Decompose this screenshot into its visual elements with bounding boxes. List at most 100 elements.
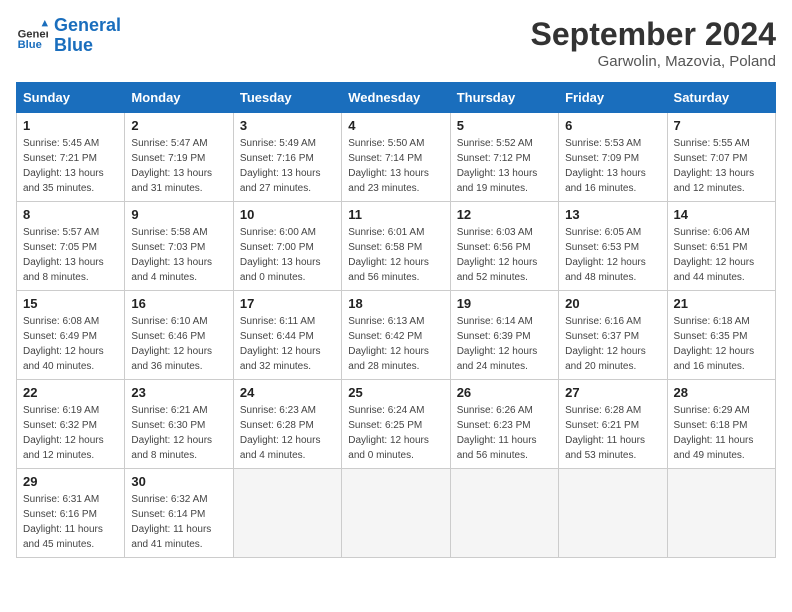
day-detail: Sunrise: 6:18 AMSunset: 6:35 PMDaylight:…: [674, 314, 769, 374]
day-detail: Sunrise: 6:08 AMSunset: 6:49 PMDaylight:…: [23, 314, 118, 374]
day-detail: Sunrise: 5:50 AMSunset: 7:14 PMDaylight:…: [348, 136, 443, 196]
day-detail: Sunrise: 6:05 AMSunset: 6:53 PMDaylight:…: [565, 225, 660, 285]
day-detail: Sunrise: 6:13 AMSunset: 6:42 PMDaylight:…: [348, 314, 443, 374]
day-number: 20: [565, 296, 660, 311]
day-number: 23: [131, 385, 226, 400]
day-number: 14: [674, 207, 769, 222]
location: Garwolin, Mazovia, Poland: [531, 53, 776, 70]
calendar-cell: 5Sunrise: 5:52 AMSunset: 7:12 PMDaylight…: [450, 113, 558, 202]
day-number: 30: [131, 474, 226, 489]
day-number: 21: [674, 296, 769, 311]
title-block: September 2024 Garwolin, Mazovia, Poland: [531, 16, 776, 70]
week-row: 1 Sunrise: 5:45 AMSunset: 7:21 PMDaylight…: [17, 113, 776, 202]
logo: General Blue GeneralBlue: [16, 16, 121, 56]
calendar-cell: 29 Sunrise: 6:31 AMSunset: 6:16 PMDayligh…: [17, 469, 125, 558]
calendar-cell: 9 Sunrise: 5:58 AMSunset: 7:03 PMDaylight…: [125, 202, 233, 291]
calendar-cell: 30 Sunrise: 6:32 AMSunset: 6:14 PMDayligh…: [125, 469, 233, 558]
header-cell-friday: Friday: [559, 83, 667, 113]
calendar-cell: 20 Sunrise: 6:16 AMSunset: 6:37 PMDayligh…: [559, 291, 667, 380]
day-number: 11: [348, 207, 443, 222]
calendar-cell: 23 Sunrise: 6:21 AMSunset: 6:30 PMDayligh…: [125, 380, 233, 469]
calendar-cell: [342, 469, 450, 558]
calendar-cell: 24Sunrise: 6:23 AMSunset: 6:28 PMDayligh…: [233, 380, 341, 469]
day-detail: Sunrise: 5:55 AMSunset: 7:07 PMDaylight:…: [674, 136, 769, 196]
day-detail: Sunrise: 6:00 AMSunset: 7:00 PMDaylight:…: [240, 225, 335, 285]
day-detail: Sunrise: 6:28 AMSunset: 6:21 PMDaylight:…: [565, 403, 660, 463]
day-detail: Sunrise: 6:26 AMSunset: 6:23 PMDaylight:…: [457, 403, 552, 463]
calendar-cell: 18Sunrise: 6:13 AMSunset: 6:42 PMDayligh…: [342, 291, 450, 380]
week-row: 22Sunrise: 6:19 AMSunset: 6:32 PMDayligh…: [17, 380, 776, 469]
calendar-cell: 25 Sunrise: 6:24 AMSunset: 6:25 PMDayligh…: [342, 380, 450, 469]
day-number: 12: [457, 207, 552, 222]
header-cell-monday: Monday: [125, 83, 233, 113]
day-number: 13: [565, 207, 660, 222]
calendar-cell: 7 Sunrise: 5:55 AMSunset: 7:07 PMDaylight…: [667, 113, 775, 202]
header-cell-tuesday: Tuesday: [233, 83, 341, 113]
calendar-cell: 15 Sunrise: 6:08 AMSunset: 6:49 PMDayligh…: [17, 291, 125, 380]
day-number: 6: [565, 118, 660, 133]
day-detail: Sunrise: 5:45 AMSunset: 7:21 PMDaylight:…: [23, 136, 118, 196]
calendar-cell: 11 Sunrise: 6:01 AMSunset: 6:58 PMDayligh…: [342, 202, 450, 291]
week-row: 8 Sunrise: 5:57 AMSunset: 7:05 PMDaylight…: [17, 202, 776, 291]
day-detail: Sunrise: 6:14 AMSunset: 6:39 PMDaylight:…: [457, 314, 552, 374]
day-detail: Sunrise: 5:58 AMSunset: 7:03 PMDaylight:…: [131, 225, 226, 285]
calendar-cell: 6 Sunrise: 5:53 AMSunset: 7:09 PMDaylight…: [559, 113, 667, 202]
calendar-table: SundayMondayTuesdayWednesdayThursdayFrid…: [16, 82, 776, 558]
day-detail: Sunrise: 5:49 AMSunset: 7:16 PMDaylight:…: [240, 136, 335, 196]
month-title: September 2024: [531, 16, 776, 53]
calendar-cell: 10Sunrise: 6:00 AMSunset: 7:00 PMDayligh…: [233, 202, 341, 291]
calendar-cell: 27Sunrise: 6:28 AMSunset: 6:21 PMDayligh…: [559, 380, 667, 469]
day-number: 17: [240, 296, 335, 311]
day-number: 7: [674, 118, 769, 133]
calendar-cell: 28 Sunrise: 6:29 AMSunset: 6:18 PMDayligh…: [667, 380, 775, 469]
day-detail: Sunrise: 6:03 AMSunset: 6:56 PMDaylight:…: [457, 225, 552, 285]
calendar-cell: 13 Sunrise: 6:05 AMSunset: 6:53 PMDayligh…: [559, 202, 667, 291]
day-number: 29: [23, 474, 118, 489]
week-row: 29 Sunrise: 6:31 AMSunset: 6:16 PMDayligh…: [17, 469, 776, 558]
header-cell-saturday: Saturday: [667, 83, 775, 113]
calendar-cell: 12 Sunrise: 6:03 AMSunset: 6:56 PMDayligh…: [450, 202, 558, 291]
day-number: 9: [131, 207, 226, 222]
day-detail: Sunrise: 6:10 AMSunset: 6:46 PMDaylight:…: [131, 314, 226, 374]
day-detail: Sunrise: 6:29 AMSunset: 6:18 PMDaylight:…: [674, 403, 769, 463]
day-number: 1: [23, 118, 118, 133]
day-detail: Sunrise: 6:01 AMSunset: 6:58 PMDaylight:…: [348, 225, 443, 285]
svg-text:Blue: Blue: [18, 39, 42, 51]
day-number: 25: [348, 385, 443, 400]
day-detail: Sunrise: 5:52 AMSunset: 7:12 PMDaylight:…: [457, 136, 552, 196]
day-detail: Sunrise: 6:11 AMSunset: 6:44 PMDaylight:…: [240, 314, 335, 374]
page-header: General Blue GeneralBlue September 2024 …: [16, 16, 776, 70]
calendar-cell: 4 Sunrise: 5:50 AMSunset: 7:14 PMDaylight…: [342, 113, 450, 202]
calendar-cell: 3 Sunrise: 5:49 AMSunset: 7:16 PMDaylight…: [233, 113, 341, 202]
day-detail: Sunrise: 5:47 AMSunset: 7:19 PMDaylight:…: [131, 136, 226, 196]
header-row: SundayMondayTuesdayWednesdayThursdayFrid…: [17, 83, 776, 113]
calendar-cell: 8 Sunrise: 5:57 AMSunset: 7:05 PMDaylight…: [17, 202, 125, 291]
calendar-cell: [559, 469, 667, 558]
calendar-cell: 19 Sunrise: 6:14 AMSunset: 6:39 PMDayligh…: [450, 291, 558, 380]
day-detail: Sunrise: 6:06 AMSunset: 6:51 PMDaylight:…: [674, 225, 769, 285]
calendar-cell: 2 Sunrise: 5:47 AMSunset: 7:19 PMDaylight…: [125, 113, 233, 202]
day-number: 3: [240, 118, 335, 133]
calendar-cell: [450, 469, 558, 558]
header-cell-thursday: Thursday: [450, 83, 558, 113]
day-number: 16: [131, 296, 226, 311]
calendar-cell: 21 Sunrise: 6:18 AMSunset: 6:35 PMDayligh…: [667, 291, 775, 380]
logo-text: GeneralBlue: [54, 16, 121, 56]
day-number: 15: [23, 296, 118, 311]
day-detail: Sunrise: 6:21 AMSunset: 6:30 PMDaylight:…: [131, 403, 226, 463]
day-number: 19: [457, 296, 552, 311]
header-cell-wednesday: Wednesday: [342, 83, 450, 113]
day-detail: Sunrise: 6:23 AMSunset: 6:28 PMDaylight:…: [240, 403, 335, 463]
day-number: 2: [131, 118, 226, 133]
day-detail: Sunrise: 6:16 AMSunset: 6:37 PMDaylight:…: [565, 314, 660, 374]
day-number: 28: [674, 385, 769, 400]
day-detail: Sunrise: 5:53 AMSunset: 7:09 PMDaylight:…: [565, 136, 660, 196]
day-detail: Sunrise: 6:24 AMSunset: 6:25 PMDaylight:…: [348, 403, 443, 463]
header-cell-sunday: Sunday: [17, 83, 125, 113]
day-number: 22: [23, 385, 118, 400]
day-number: 8: [23, 207, 118, 222]
day-detail: Sunrise: 5:57 AMSunset: 7:05 PMDaylight:…: [23, 225, 118, 285]
day-detail: Sunrise: 6:31 AMSunset: 6:16 PMDaylight:…: [23, 492, 118, 552]
day-detail: Sunrise: 6:32 AMSunset: 6:14 PMDaylight:…: [131, 492, 226, 552]
day-number: 4: [348, 118, 443, 133]
